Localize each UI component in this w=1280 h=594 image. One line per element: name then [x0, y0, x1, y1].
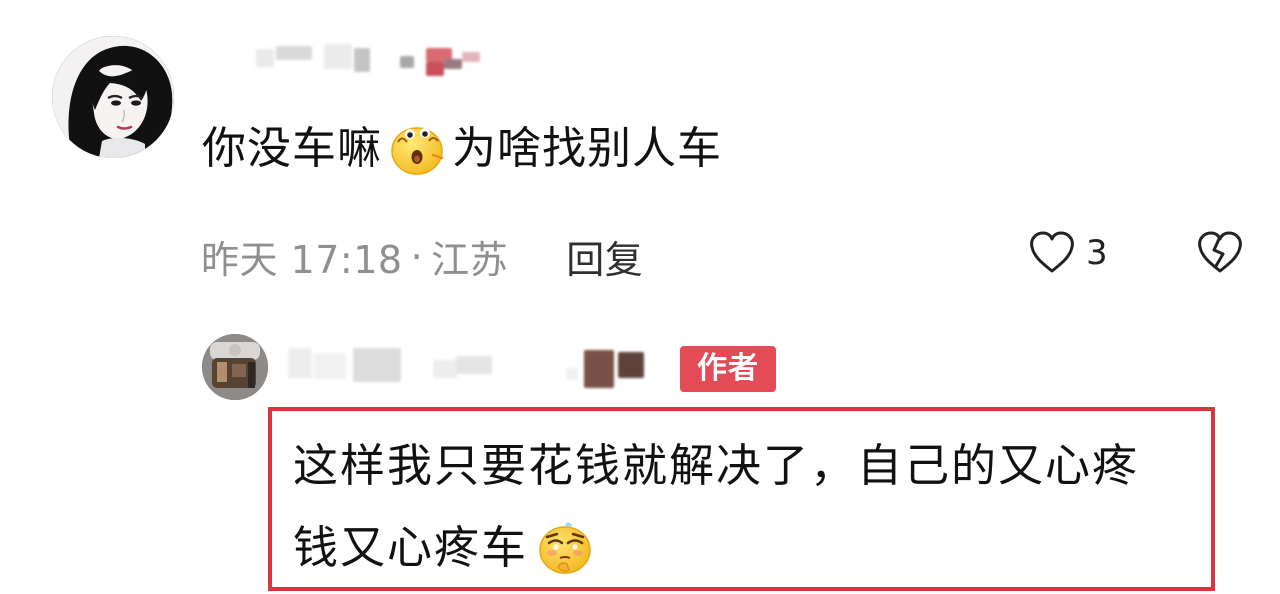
sweat-shy-emoji-icon [534, 517, 596, 579]
author-avatar[interactable] [202, 334, 268, 400]
like-count: 3 [1086, 233, 1108, 273]
author-reply-text: 这样我只要花钱就解决了，自己的又心疼 钱又心疼车 [293, 423, 1193, 591]
comment-text-end: 为啥找别人车 [452, 122, 722, 174]
dislike-button[interactable] [1194, 227, 1246, 279]
commenter-name-masked[interactable] [256, 44, 486, 76]
commenter-avatar[interactable] [52, 36, 174, 158]
reply-button[interactable]: 回复 [566, 229, 643, 284]
author-badge: 作者 [680, 346, 776, 392]
comment-location: 江苏 [431, 238, 509, 282]
reply-line-2-wrap: 钱又心疼车 [293, 505, 1193, 591]
heart-outline-icon [1026, 227, 1078, 279]
shocked-emoji-icon [386, 118, 448, 180]
comment-text-start: 你没车嘛 [202, 122, 382, 174]
comment-thread: 你没车嘛 为啥找别人车 昨天 17:18 · 江苏 回复 3 作者 这样我只要花… [0, 0, 1280, 594]
comment-timestamp: 昨天 17:18 [201, 238, 403, 282]
reply-line-2: 钱又心疼车 [293, 521, 529, 574]
comment-meta: 昨天 17:18 · 江苏 回复 [201, 229, 643, 284]
like-button[interactable]: 3 [1026, 227, 1108, 279]
author-name-masked[interactable] [288, 348, 660, 388]
broken-heart-icon [1194, 231, 1246, 283]
comment-text: 你没车嘛 为啥找别人车 [202, 118, 722, 180]
meta-separator: · [410, 234, 424, 279]
reply-line-1: 这样我只要花钱就解决了，自己的又心疼 [293, 439, 1140, 492]
